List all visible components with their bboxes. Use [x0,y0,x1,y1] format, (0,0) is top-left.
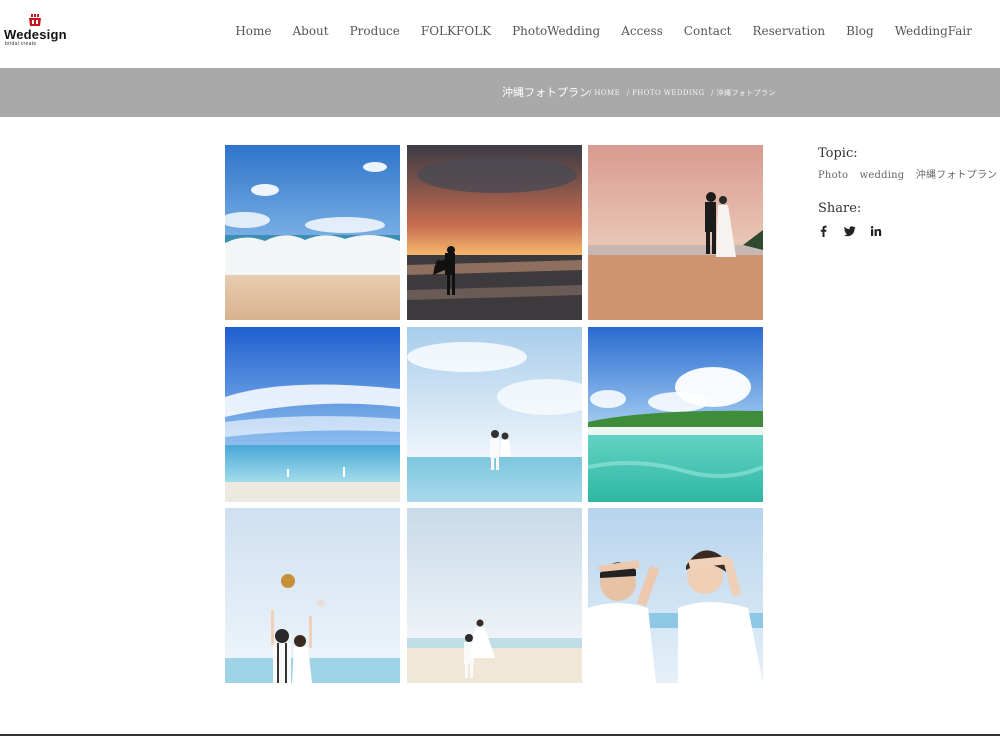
nav-home[interactable]: Home [235,24,271,38]
nav-produce[interactable]: Produce [350,24,400,38]
gallery-photo-evening-beach-couple[interactable] [588,145,763,320]
topic-link-okinawa-photo-plan[interactable]: 沖縄フォトプラン [916,170,998,181]
post-sidebar: Topic: Photo wedding 沖縄フォトプラン Share: [818,146,1000,237]
site-header: Wedesign bridal create Home About Produc… [0,0,1000,68]
logo-text: Wedesign [4,27,67,42]
page-title-bar: 沖縄フォトプラン / HOME / PHOTO WEDDING / 沖縄フォトプ… [0,68,1000,117]
twitter-icon[interactable] [843,222,856,237]
breadcrumb-home[interactable]: / HOME [589,89,620,97]
nav-about[interactable]: About [292,24,328,38]
crown-icon [29,14,41,26]
nav-reservation[interactable]: Reservation [752,24,825,38]
gallery-photo-sky-ocean-horizon[interactable] [225,327,400,502]
gallery-photo-island-lagoon[interactable] [588,327,763,502]
nav-weddingfair[interactable]: WeddingFair [895,24,972,38]
logo-subtext: bridal create [5,41,37,47]
linkedin-icon[interactable] [870,222,882,236]
breadcrumb: / HOME / PHOTO WEDDING / 沖縄フォトプラン [589,88,780,98]
gallery-photo-sunset-couple[interactable] [407,145,582,320]
topic-link-wedding[interactable]: wedding [860,170,905,181]
gallery-photo-beach-wave[interactable] [225,145,400,320]
photo-gallery [225,145,763,683]
topic-heading: Topic: [818,146,858,161]
share-icon-group [818,222,1000,237]
gallery-photo-hat-toss-couple[interactable] [225,508,400,683]
nav-folkfolk[interactable]: FOLKFOLK [421,24,491,38]
nav-access[interactable]: Access [621,24,663,38]
page-title: 沖縄フォトプラン [502,86,590,99]
site-logo[interactable]: Wedesign bridal create [4,14,70,50]
main-nav: Home About Produce FOLKFOLK PhotoWedding… [214,24,972,38]
nav-blog[interactable]: Blog [846,24,874,38]
nav-contact[interactable]: Contact [684,24,732,38]
gallery-photo-couple-shading-eyes[interactable] [588,508,763,683]
gallery-photo-lift-couple-beach[interactable] [407,508,582,683]
facebook-icon[interactable] [818,222,830,237]
breadcrumb-photo-wedding[interactable]: / PHOTO WEDDING [627,89,705,97]
breadcrumb-current: / 沖縄フォトプラン [711,89,776,97]
share-heading: Share: [818,201,862,216]
topic-link-photo[interactable]: Photo [818,170,848,181]
gallery-photo-couple-in-sea[interactable] [407,327,582,502]
topic-list: Photo wedding 沖縄フォトプラン [818,166,1000,181]
nav-photowedding[interactable]: PhotoWedding [512,24,600,38]
